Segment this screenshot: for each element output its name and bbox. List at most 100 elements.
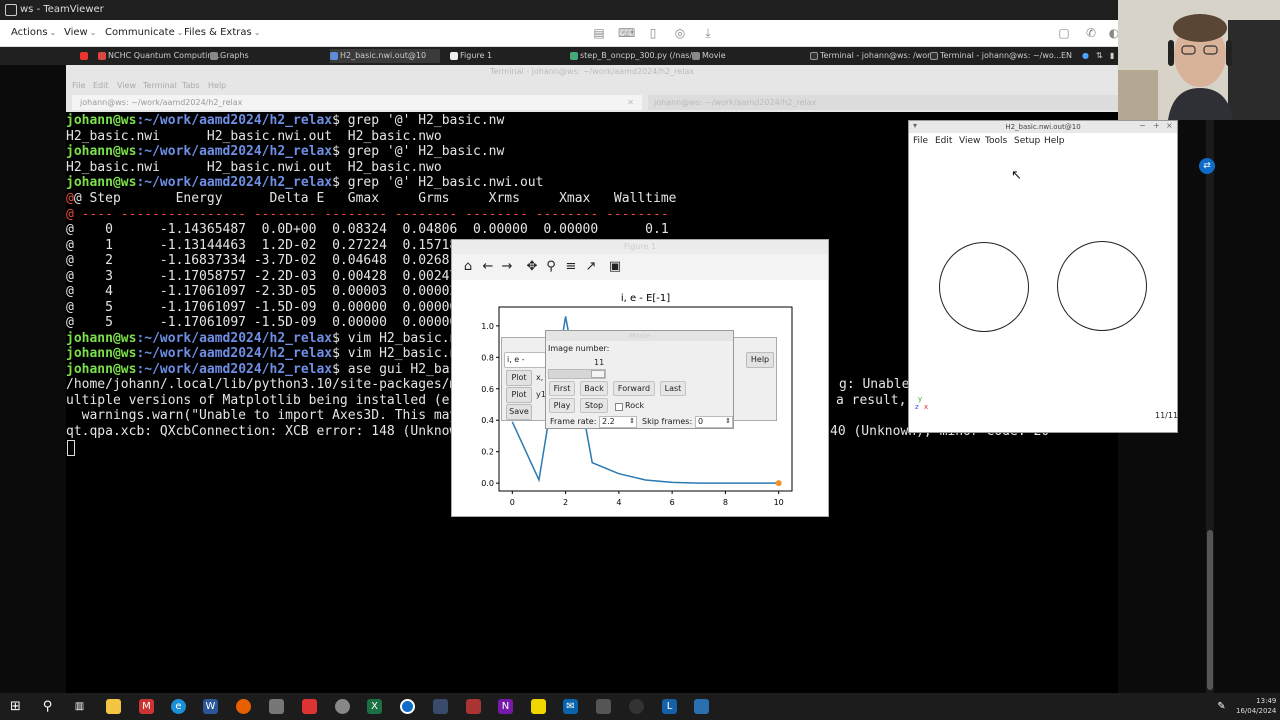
forward-button[interactable]: Forward bbox=[613, 381, 655, 396]
terminal-line: H2_basic.nwi H2_basic.nwi.out H2_basic.n… bbox=[66, 129, 442, 144]
app-icon[interactable] bbox=[596, 699, 611, 714]
ase-menu-help[interactable]: Help bbox=[1044, 136, 1065, 146]
app-icon[interactable] bbox=[433, 699, 448, 714]
app-icon[interactable] bbox=[694, 699, 709, 714]
menu-view[interactable]: View ⌄ bbox=[64, 27, 96, 38]
rock-checkbox[interactable] bbox=[615, 403, 623, 411]
remote-tab-movie[interactable]: Movie bbox=[692, 49, 726, 63]
terminal-scrollbar[interactable] bbox=[1206, 120, 1214, 693]
teamviewer-side-panel-icon[interactable]: ⇄ bbox=[1199, 158, 1215, 174]
sticky-notes-icon[interactable] bbox=[531, 699, 546, 714]
hydrogen-atom[interactable] bbox=[939, 242, 1029, 332]
onenote-icon[interactable]: N bbox=[498, 699, 513, 714]
app-icon[interactable] bbox=[629, 699, 644, 714]
hydrogen-atom[interactable] bbox=[1057, 241, 1147, 331]
ase-menu-file[interactable]: File bbox=[913, 136, 928, 146]
home-icon[interactable]: ⌂ bbox=[460, 259, 476, 275]
play-button[interactable]: Play bbox=[549, 398, 575, 413]
remote-tab-terminal-1[interactable]: Terminal - johann@ws: /wor... bbox=[810, 49, 937, 63]
remote-tab-ase[interactable]: H2_basic.nwi.out@10 bbox=[330, 49, 440, 63]
terminal-line: qt.qpa.xcb: QXcbConnection: XCB error: 1… bbox=[66, 424, 458, 439]
ase-menu-view[interactable]: View bbox=[959, 136, 980, 146]
plot-button[interactable]: Plot bbox=[506, 370, 532, 386]
close-icon[interactable]: × bbox=[1166, 121, 1173, 130]
file-explorer-icon[interactable] bbox=[106, 699, 121, 714]
minimize-icon[interactable]: − bbox=[1139, 121, 1146, 130]
task-view-icon[interactable]: ▥ bbox=[72, 699, 87, 714]
last-button[interactable]: Last bbox=[660, 381, 686, 396]
window-menu-icon[interactable]: ▾ bbox=[913, 121, 917, 130]
battery-icon[interactable]: ▮ bbox=[1100, 49, 1114, 63]
first-button[interactable]: First bbox=[549, 381, 575, 396]
spin-arrows-icon[interactable]: ⇕ bbox=[725, 416, 731, 426]
back-arrow-icon[interactable]: ← bbox=[480, 259, 496, 275]
close-icon[interactable]: ✕ bbox=[627, 95, 634, 110]
file-transfer-icon[interactable]: ▯ bbox=[645, 25, 661, 41]
windows-start-icon[interactable]: ⊞ bbox=[8, 699, 23, 714]
maximize-icon[interactable]: + bbox=[1153, 121, 1160, 130]
terminal-menu-tabs[interactable]: Tabs bbox=[182, 81, 200, 90]
remote-tab-terminal-2[interactable]: Terminal - johann@ws: ~/wo... bbox=[930, 49, 1061, 63]
app-icon[interactable]: L bbox=[662, 699, 677, 714]
terminal-menu-edit[interactable]: Edit bbox=[93, 81, 109, 90]
remote-update-icon[interactable]: ◎ bbox=[672, 25, 688, 41]
chart-title: i, e - E[-1] bbox=[621, 293, 670, 304]
remote-tab-nchc[interactable]: NCHC Quantum Computin... bbox=[98, 49, 220, 63]
save-button[interactable]: Save bbox=[506, 404, 532, 420]
terminal-menu-help[interactable]: Help bbox=[208, 81, 226, 90]
image-slider[interactable] bbox=[548, 369, 606, 379]
app-icon[interactable]: M bbox=[139, 699, 154, 714]
teamviewer-icon[interactable] bbox=[400, 699, 415, 714]
app-icon[interactable] bbox=[466, 699, 481, 714]
remote-tab-figure[interactable]: Figure 1 bbox=[450, 49, 492, 63]
terminal-tab-2[interactable]: johann@ws: ~/work/aamd2024/h2_relax bbox=[648, 95, 1118, 110]
chat-icon[interactable]: ▢ bbox=[1056, 25, 1072, 41]
configure-subplots-icon[interactable]: ≡ bbox=[563, 259, 579, 275]
excel-icon[interactable]: X bbox=[367, 699, 382, 714]
keyboard-layout[interactable]: EN bbox=[1052, 49, 1072, 63]
search-icon[interactable]: ⚲ bbox=[40, 699, 55, 714]
ase-menu-edit[interactable]: Edit bbox=[935, 136, 952, 146]
scrollbar-thumb[interactable] bbox=[1207, 530, 1213, 690]
app-menu-icon[interactable] bbox=[80, 49, 90, 63]
keyboard-icon[interactable]: ⌨ bbox=[618, 25, 635, 41]
download-icon[interactable]: ⤓ bbox=[700, 25, 716, 41]
call-icon[interactable]: ✆ bbox=[1083, 25, 1099, 41]
slider-knob[interactable] bbox=[591, 370, 605, 378]
skip-frames-spinbox[interactable]: 0 ⇕ bbox=[695, 416, 733, 428]
zoom-icon[interactable]: ⚲ bbox=[543, 259, 559, 275]
pdf-icon[interactable] bbox=[302, 699, 317, 714]
plot-button[interactable]: Plot bbox=[506, 387, 532, 403]
terminal-menu-file[interactable]: File bbox=[72, 81, 85, 90]
ase-menu-tools[interactable]: Tools bbox=[985, 136, 1007, 146]
dashboard-icon[interactable]: ▤ bbox=[591, 25, 607, 41]
snipping-tool-icon[interactable] bbox=[269, 699, 284, 714]
stop-button[interactable]: Stop bbox=[580, 398, 608, 413]
menu-actions[interactable]: Actions ⌄ bbox=[11, 27, 56, 38]
menu-files-extras[interactable]: Files & Extras ⌄ bbox=[184, 27, 260, 38]
save-icon[interactable]: ▣ bbox=[607, 259, 623, 275]
terminal-tab-1[interactable]: johann@ws: ~/work/aamd2024/h2_relax ✕ bbox=[72, 95, 642, 110]
ase-menu-setup[interactable]: Setup bbox=[1014, 136, 1040, 146]
firefox-icon[interactable] bbox=[236, 699, 251, 714]
edge-icon[interactable]: e bbox=[171, 699, 186, 714]
pen-icon[interactable]: ✎ bbox=[1214, 699, 1229, 714]
terminal-menu-view[interactable]: View bbox=[117, 81, 136, 90]
back-button[interactable]: Back bbox=[580, 381, 608, 396]
y-tick-label: 0.2 bbox=[481, 448, 494, 457]
frame-rate-spinbox[interactable]: 2.2 ⇕ bbox=[599, 416, 637, 428]
help-button[interactable]: Help bbox=[746, 352, 774, 368]
app-icon[interactable] bbox=[335, 699, 350, 714]
terminal-menu-terminal[interactable]: Terminal bbox=[143, 81, 177, 90]
mail-icon[interactable]: ✉ bbox=[563, 699, 578, 714]
word-icon[interactable]: W bbox=[203, 699, 218, 714]
remote-tab-graphs[interactable]: Graphs bbox=[210, 49, 249, 63]
menu-communicate[interactable]: Communicate ⌄ bbox=[105, 27, 183, 38]
spin-arrows-icon[interactable]: ⇕ bbox=[629, 416, 635, 426]
remote-tab-editor[interactable]: step_B_oncpp_300.py (/nas/... bbox=[570, 49, 700, 63]
forward-arrow-icon[interactable]: → bbox=[499, 259, 515, 275]
expression-input[interactable]: i, e - E[-1] bbox=[504, 352, 546, 378]
pan-icon[interactable]: ✥ bbox=[524, 259, 540, 275]
system-clock[interactable]: 13:49 16/04/2024 bbox=[1236, 696, 1276, 716]
edit-axis-icon[interactable]: ↗ bbox=[583, 259, 599, 275]
